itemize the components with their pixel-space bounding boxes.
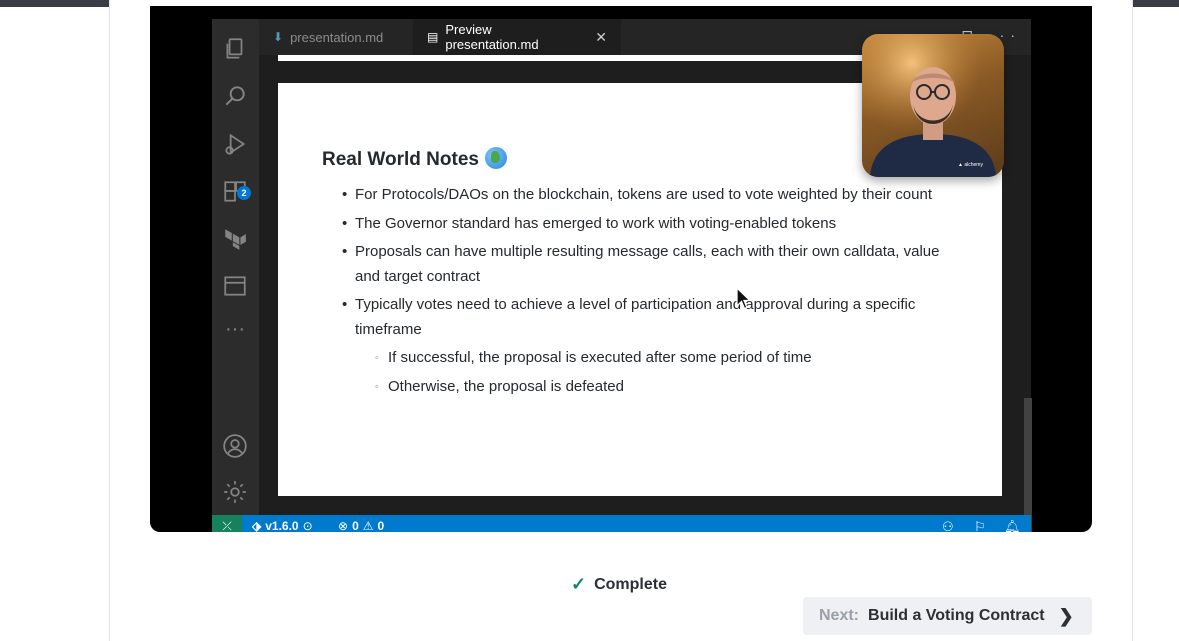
run-debug-icon[interactable] — [222, 131, 248, 157]
next-prefix: Next: — [819, 607, 860, 624]
sub-bullet-item: If successful, the proposal is executed … — [342, 346, 952, 371]
lesson-complete-status: ✓ Complete — [571, 574, 667, 595]
sync-icon: ⊙ — [302, 519, 313, 532]
problems-status[interactable]: ⊗ 0 ⚠ 0 — [338, 515, 384, 532]
warning-icon: ⚠ — [362, 519, 374, 532]
status-bar: ⤫ ⬗ v1.6.0 ⊙ ⊗ 0 ⚠ 0 ⚇ ⚐ 🔔︎ — [212, 515, 1031, 532]
sub-bullet-item: Otherwise, the proposal is defeated — [342, 375, 952, 400]
window-icon[interactable] — [222, 273, 248, 299]
complete-label: Complete — [594, 575, 667, 593]
presenter-avatar: ▲ alchemy — [862, 34, 1004, 177]
bullet-item: For Protocols/DAOs on the blockchain, to… — [342, 183, 952, 208]
tab-presentation-md[interactable]: ⬇ presentation.md — [259, 19, 413, 55]
preview-scrollbar[interactable] — [1024, 398, 1032, 532]
check-icon: ✓ — [571, 574, 587, 594]
svg-text:▲ alchemy: ▲ alchemy — [958, 162, 983, 168]
next-lesson-button[interactable]: Next: Build a Voting Contract ❯ — [803, 597, 1092, 635]
more-icon[interactable]: ··· — [222, 319, 248, 345]
slide-title: Real World Notes — [322, 147, 507, 171]
copilot-icon[interactable]: ⚇ — [942, 515, 954, 532]
slide-bullet-list: For Protocols/DAOs on the blockchain, to… — [342, 183, 952, 403]
next-lesson-title: Build a Voting Contract — [868, 607, 1045, 624]
account-icon[interactable] — [222, 433, 248, 459]
tag-icon: ⬗ — [252, 519, 262, 532]
search-icon[interactable] — [222, 83, 248, 109]
notifications-bell-icon[interactable]: 🔔︎ — [1004, 515, 1021, 532]
markdown-file-icon: ⬇ — [273, 30, 284, 44]
preview-icon: ▤ — [427, 30, 439, 44]
mouse-cursor-icon — [736, 287, 752, 310]
bullet-item: The Governor standard has emerged to wor… — [342, 212, 952, 237]
terraform-icon[interactable] — [222, 226, 248, 252]
feedback-icon[interactable]: ⚐ — [974, 515, 986, 532]
activity-bar: 2 ··· — [212, 19, 259, 515]
presenter-webcam: ▲ alchemy — [862, 34, 1004, 177]
vscode-window: 2 ··· ⬇ presentation.md ▤ Preview presen… — [212, 19, 1032, 532]
chevron-right-icon: ❯ — [1058, 605, 1074, 626]
bullet-item: Typically votes need to achieve a level … — [342, 293, 952, 342]
tab-preview-presentation-md[interactable]: ▤ Preview presentation.md ✕ — [413, 19, 621, 55]
explorer-icon[interactable] — [222, 36, 248, 62]
extensions-badge: 2 — [237, 186, 251, 200]
error-icon: ⊗ — [338, 519, 349, 532]
lesson-video-player[interactable]: 2 ··· ⬇ presentation.md ▤ Preview presen… — [150, 6, 1092, 532]
tab-label: presentation.md — [290, 29, 384, 45]
version-status[interactable]: ⬗ v1.6.0 ⊙ — [252, 515, 313, 532]
globe-icon — [484, 147, 507, 169]
settings-gear-icon[interactable] — [222, 479, 248, 505]
remote-icon[interactable]: ⤫ — [212, 515, 242, 532]
tab-label: Preview presentation.md — [445, 22, 539, 52]
bullet-item: Proposals can have multiple resulting me… — [342, 240, 952, 289]
close-tab-icon[interactable]: ✕ — [595, 29, 607, 46]
